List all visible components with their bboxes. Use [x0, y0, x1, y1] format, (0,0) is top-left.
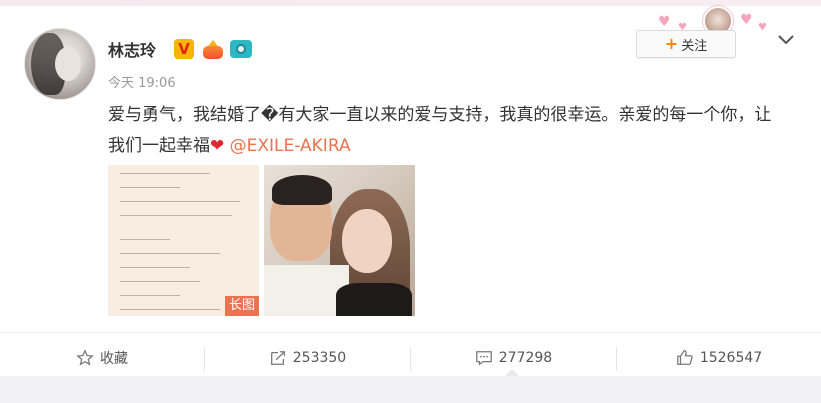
favorite-label: 收藏	[100, 351, 128, 367]
plus-icon: +	[664, 34, 679, 53]
post-time[interactable]: 今天 19:06	[108, 72, 176, 91]
forward-count: 253350	[292, 350, 347, 366]
weibo-post-card: ♥ ♥ ♥ ♥ 林志玲 V + 关注 今天 19:06 爱与勇气，我结婚了�有大…	[0, 6, 821, 403]
follow-button[interactable]: + 关注	[636, 30, 736, 58]
comment-caret	[505, 369, 519, 376]
post-text: 爱与勇气，我结婚了�有大家一直以来的爱与支持，我真的很幸运。亲爱的每一个你，让我…	[108, 100, 788, 162]
camera-icon[interactable]	[230, 40, 252, 58]
post-image-letter[interactable]: 长图	[108, 165, 259, 316]
long-image-tag: 长图	[224, 296, 259, 316]
user-name[interactable]: 林志玲	[108, 37, 156, 61]
avatar[interactable]	[24, 28, 96, 100]
follow-label: 关注	[681, 38, 708, 54]
crown-icon[interactable]	[202, 39, 224, 59]
mention-link[interactable]: @EXILE-AKIRA	[230, 136, 351, 156]
heart-emoji-icon: ❤	[210, 136, 225, 156]
chevron-down-icon[interactable]	[775, 28, 797, 50]
star-icon	[76, 349, 94, 366]
share-icon	[270, 351, 285, 365]
comment-count: 277298	[498, 350, 553, 366]
verified-v-icon[interactable]: V	[174, 39, 194, 59]
like-count: 1526547	[699, 350, 763, 366]
comment-area-band	[0, 376, 821, 403]
post-image-photo[interactable]	[264, 165, 415, 316]
comment-icon	[475, 351, 492, 366]
post-body: 爱与勇气，我结婚了�有大家一直以来的爱与支持，我真的很幸运。亲爱的每一个你，让我…	[108, 105, 772, 156]
thumbs-up-icon	[676, 350, 693, 365]
